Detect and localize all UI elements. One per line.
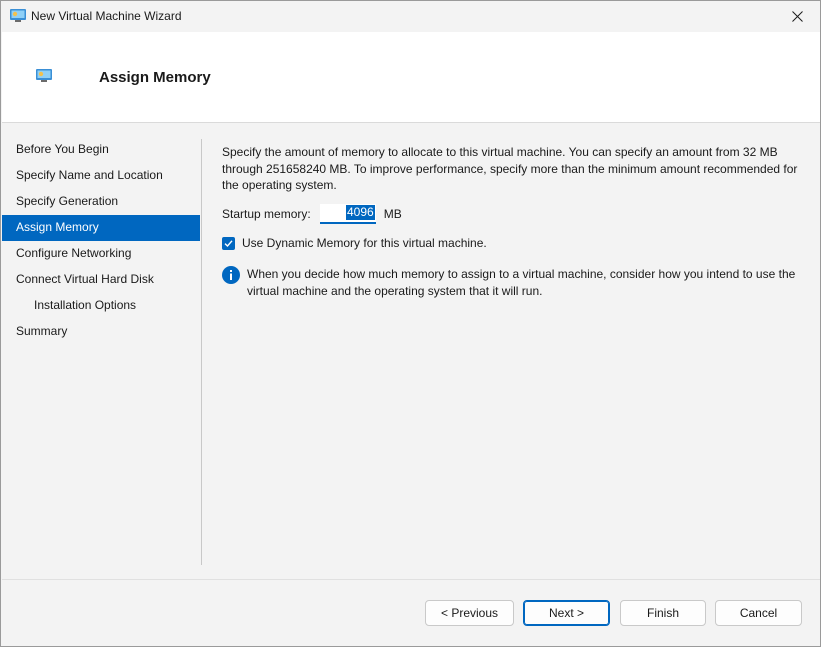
- wizard-window: New Virtual Machine Wizard Assign Memory…: [0, 0, 821, 647]
- memory-description: Specify the amount of memory to allocate…: [222, 145, 798, 192]
- startup-memory-label: Startup memory:: [222, 207, 311, 221]
- step-installation-options[interactable]: Installation Options: [2, 293, 200, 319]
- step-summary[interactable]: Summary: [2, 319, 200, 345]
- check-icon: [224, 239, 233, 247]
- startup-memory-input[interactable]: 4096: [319, 204, 376, 224]
- step-before-you-begin[interactable]: Before You Begin: [2, 137, 200, 163]
- virtual-machine-icon: [36, 69, 52, 82]
- step-assign-memory[interactable]: Assign Memory: [2, 215, 200, 241]
- title-bar: New Virtual Machine Wizard: [1, 1, 820, 31]
- info-icon: [222, 266, 240, 284]
- page-header: Assign Memory: [2, 32, 820, 123]
- step-specify-generation[interactable]: Specify Generation: [2, 189, 200, 215]
- dynamic-memory-label: Use Dynamic Memory for this virtual mach…: [242, 236, 487, 250]
- step-configure-networking[interactable]: Configure Networking: [2, 241, 200, 267]
- content-area: Specify the amount of memory to allocate…: [222, 144, 802, 298]
- footer-separator: [2, 579, 820, 580]
- nav-divider: [201, 139, 202, 565]
- finish-button[interactable]: Finish: [620, 600, 706, 626]
- wizard-step-list: Before You Begin Specify Name and Locati…: [2, 137, 200, 345]
- cancel-button[interactable]: Cancel: [715, 600, 802, 626]
- dynamic-memory-option[interactable]: Use Dynamic Memory for this virtual mach…: [222, 236, 487, 250]
- page-title: Assign Memory: [99, 69, 211, 86]
- dynamic-memory-checkbox[interactable]: [222, 236, 235, 250]
- info-text: When you decide how much memory to assig…: [247, 267, 796, 298]
- step-connect-virtual-hard-disk[interactable]: Connect Virtual Hard Disk: [2, 267, 200, 293]
- step-specify-name-and-location[interactable]: Specify Name and Location: [2, 163, 200, 189]
- close-button[interactable]: [774, 1, 820, 31]
- virtual-machine-icon: [10, 9, 26, 22]
- startup-memory-row: Startup memory: 4096 MB: [222, 204, 402, 224]
- next-button[interactable]: Next >: [523, 600, 610, 626]
- close-icon: [791, 10, 803, 22]
- startup-memory-unit: MB: [383, 207, 402, 221]
- previous-button[interactable]: < Previous: [425, 600, 514, 626]
- window-title: New Virtual Machine Wizard: [31, 9, 182, 23]
- startup-memory-value: 4096: [346, 205, 375, 220]
